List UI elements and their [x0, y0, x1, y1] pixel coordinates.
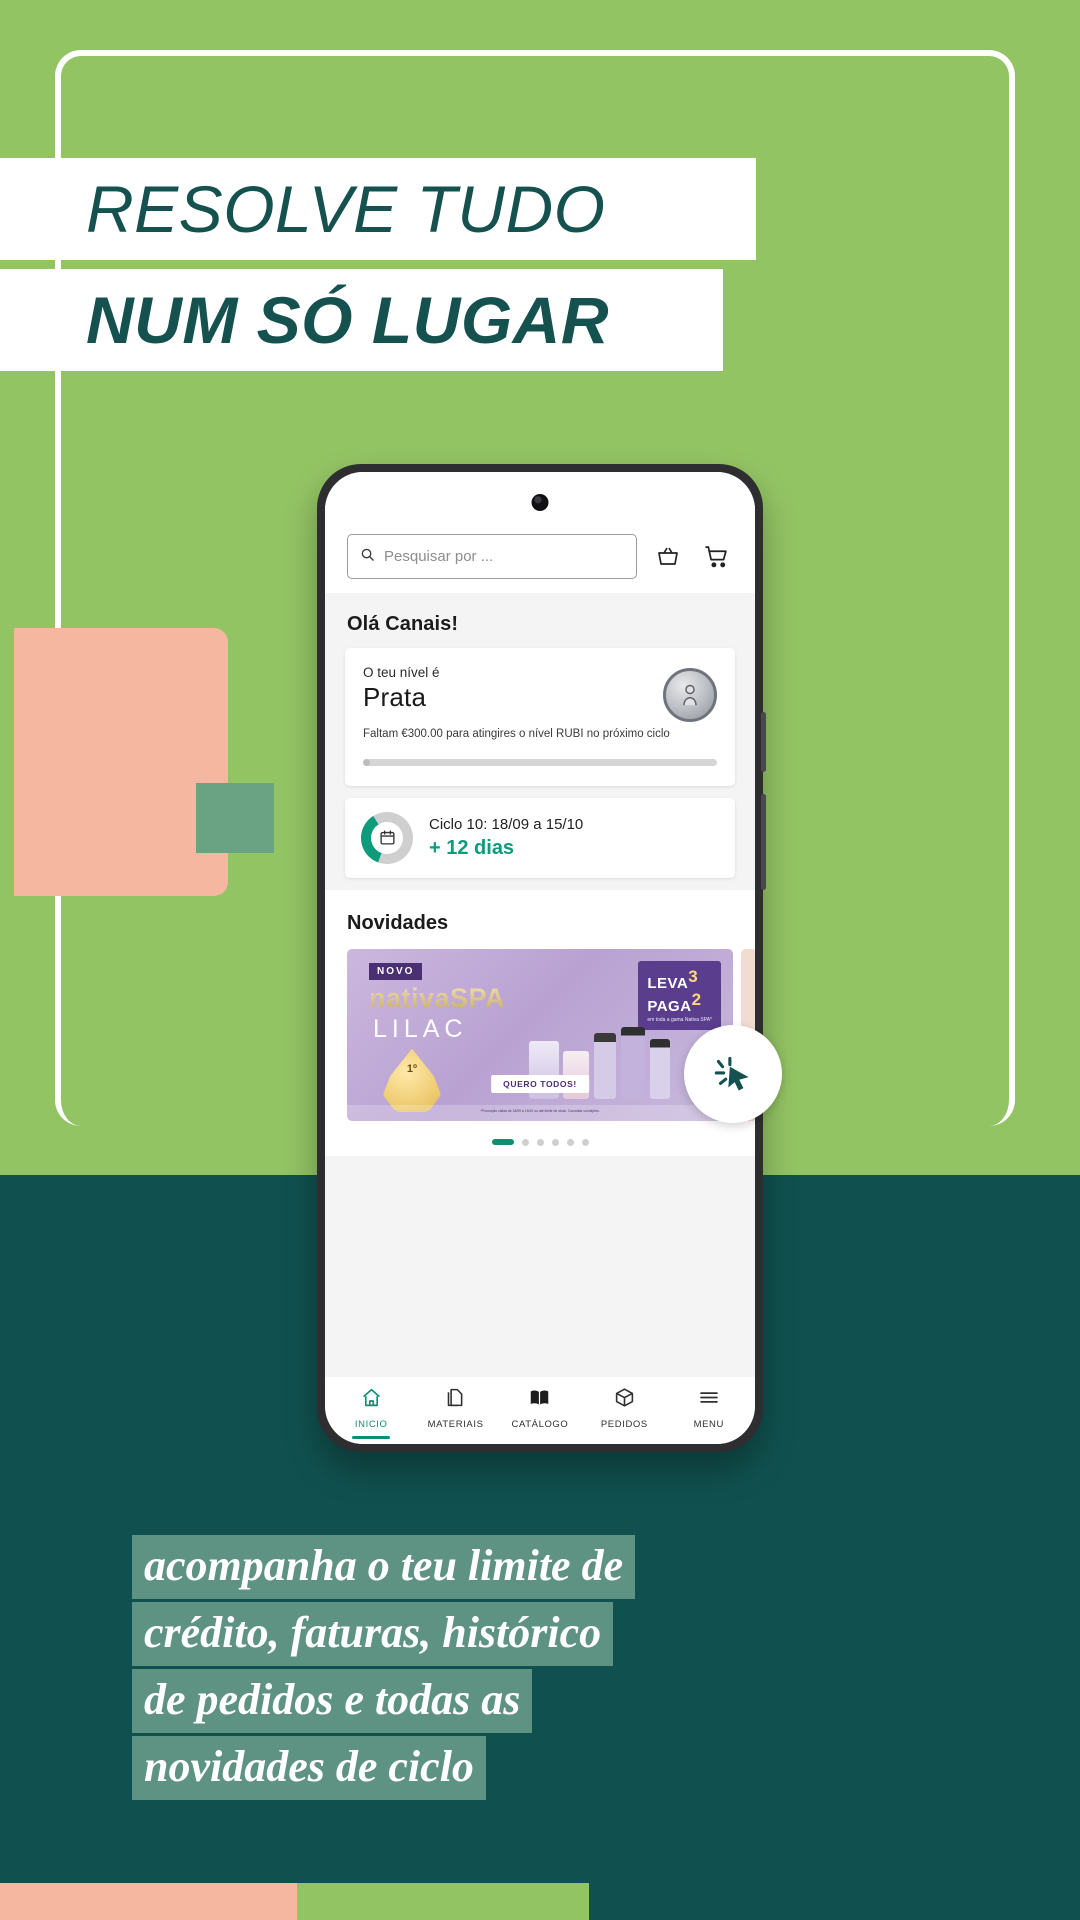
offer-number-1: 3 [688, 966, 699, 986]
carousel-dot-5[interactable] [566, 1138, 574, 1146]
nav-item-catalogo[interactable]: CATÁLOGO [498, 1387, 582, 1430]
footer-strip-peach [0, 1883, 297, 1920]
nav-label-materiais: MATERIAIS [427, 1419, 484, 1430]
documents-icon [445, 1387, 466, 1413]
search-input[interactable]: Pesquisar por ... [347, 534, 637, 579]
offer-label-1: LEVA [647, 974, 689, 992]
bottom-navigation: INICIO MATERIAIS CATÁLOGO PEDIDOS MENU [325, 1377, 755, 1444]
cycle-card[interactable]: Ciclo 10: 18/09 a 15/10 + 12 dias [345, 797, 735, 878]
nav-item-inicio[interactable]: INICIO [329, 1387, 413, 1430]
news-section: Novidades NOVO nativaSPA LILAC LEVA3 PAG… [325, 889, 755, 1156]
poster-canvas: RESOLVE TUDO NUM SÓ LUGAR Pesquisar por … [0, 0, 1080, 1920]
offer-small-print: em toda a gama Nativa SPA* [647, 1017, 712, 1024]
carousel-dot-1[interactable] [491, 1139, 514, 1146]
headline-line-2: NUM SÓ LUGAR [86, 283, 609, 357]
offer-label-2: PAGA [647, 998, 692, 1016]
cycle-progress-donut [361, 811, 413, 864]
loyalty-level-card[interactable]: O teu nível é Prata Faltam €300.00 para … [345, 648, 735, 786]
level-label: O teu nível é [363, 665, 440, 680]
caption-line-3: de pedidos e todas as [132, 1669, 533, 1733]
box-icon [614, 1387, 635, 1413]
nav-label-pedidos: PEDIDOS [600, 1419, 648, 1430]
level-note: Faltam €300.00 para atingires o nível RU… [363, 728, 670, 740]
cycle-days-left: + 12 dias [429, 836, 515, 859]
nav-label-catalogo: CATÁLOGO [511, 1419, 569, 1430]
cycle-text-block: Ciclo 10: 18/09 a 15/10 + 12 dias [429, 816, 583, 860]
carousel-dot-4[interactable] [551, 1138, 559, 1146]
carousel-dot-3[interactable] [536, 1138, 544, 1146]
nav-item-menu[interactable]: MENU [667, 1387, 751, 1430]
headline-line-1: RESOLVE TUDO [86, 172, 606, 246]
product-bottle-5 [650, 1038, 670, 1099]
basket-icon[interactable] [651, 540, 685, 574]
banner-badge-text: 1º [406, 1062, 418, 1075]
cycle-range-label: Ciclo 10: 18/09 a 15/10 [429, 815, 584, 833]
caption-block: acompanha o teu limite de crédito, fatur… [132, 1535, 932, 1803]
search-icon [360, 547, 375, 567]
offer-number-2: 2 [691, 990, 702, 1010]
search-placeholder: Pesquisar por ... [384, 548, 494, 565]
product-bottle-4 [621, 1026, 645, 1099]
banner-legal-text: *Promoção válida de 18/09 a 15/10 ou até… [347, 1104, 733, 1121]
phone-mockup: Pesquisar por ... Olá Canais! O teu níve… [317, 464, 766, 1452]
cursor-click-icon [684, 1025, 782, 1123]
carousel-dot-6[interactable] [581, 1138, 589, 1146]
hamburger-menu-icon [698, 1387, 720, 1413]
banner-offer-box: LEVA3 PAGA2 em toda a gama Nativa SPA* [638, 960, 721, 1031]
nav-label-menu: MENU [693, 1419, 724, 1430]
shopping-cart-icon[interactable] [699, 540, 733, 574]
greeting-text: Olá Canais! [347, 613, 459, 635]
level-progress-bar [363, 758, 717, 766]
phone-volume-button [761, 794, 766, 890]
footer-strip-teal [589, 1883, 1080, 1920]
app-top-bar: Pesquisar por ... [325, 472, 755, 593]
caption-line-1: acompanha o teu limite de [132, 1535, 636, 1599]
headline-bar-2: NUM SÓ LUGAR [0, 269, 723, 371]
carousel-dot-2[interactable] [521, 1138, 529, 1146]
app-content: Olá Canais! O teu nível é Prata Faltam €… [325, 593, 755, 1377]
decorative-sage-square [196, 783, 274, 853]
book-icon [528, 1387, 551, 1413]
decorative-peach-square [14, 628, 228, 896]
caption-line-2: crédito, faturas, histórico [132, 1602, 614, 1666]
footer-strip-green [297, 1883, 589, 1920]
banner-product: LILAC [373, 1014, 468, 1043]
news-title: Novidades [347, 911, 449, 934]
phone-screen: Pesquisar por ... Olá Canais! O teu níve… [325, 472, 755, 1444]
product-bottle-3 [594, 1032, 616, 1099]
headline-bar-1: RESOLVE TUDO [0, 158, 756, 260]
banner-brand: nativaSPA [369, 982, 506, 1013]
nav-label-inicio: INICIO [354, 1419, 388, 1430]
home-icon [361, 1387, 382, 1413]
caption-line-4: novidades de ciclo [132, 1736, 486, 1800]
nav-item-materiais[interactable]: MATERIAIS [413, 1387, 497, 1430]
banner-new-tag: NOVO [369, 962, 423, 980]
medal-icon [663, 668, 717, 722]
front-camera-icon [531, 494, 549, 511]
promo-banner[interactable]: NOVO nativaSPA LILAC LEVA3 PAGA2 em toda… [347, 948, 733, 1121]
nav-item-pedidos[interactable]: PEDIDOS [582, 1387, 666, 1430]
carousel-dots[interactable] [325, 1121, 755, 1156]
banner-cta-button[interactable]: QUERO TODOS! [491, 1074, 589, 1093]
